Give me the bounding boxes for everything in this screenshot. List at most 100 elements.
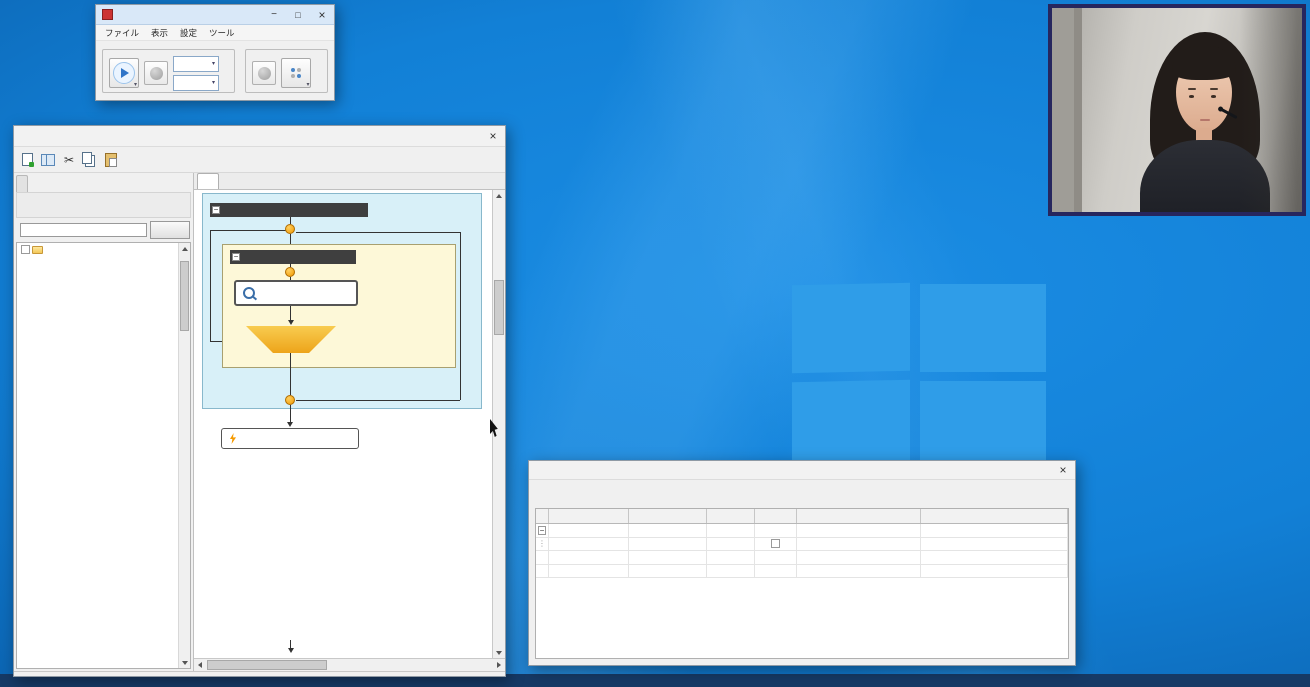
panel-tab[interactable] [16,175,28,192]
record-button[interactable] [252,61,276,85]
comment-cell [921,538,1068,551]
canvas-horizontal-scrollbar[interactable] [194,658,505,671]
column-header[interactable] [797,509,921,523]
run-scope-select[interactable]: ▾ [173,56,219,72]
menu-item[interactable]: ツール [203,27,241,39]
chevron-down-icon: ▾ [212,60,215,67]
folder-icon [32,246,43,254]
row-handle-icon[interactable] [536,538,549,551]
canvas-vertical-scrollbar[interactable] [492,190,505,658]
column-header[interactable] [755,509,797,523]
current-value-cell [707,538,755,551]
panel-tabs [14,173,193,192]
run-speed-select[interactable]: ▾ [173,75,219,91]
flowchart-window [13,125,506,677]
collapse-icon[interactable] [538,526,546,535]
close-button[interactable] [481,127,505,146]
connector-line [296,232,460,233]
connector-node[interactable] [285,267,295,277]
connector-line [290,353,291,395]
record-group: ▾ [245,49,328,93]
flowchart-canvas[interactable] [194,190,492,658]
library-toolbar [16,192,191,218]
toolbar-icon[interactable] [19,195,39,215]
connector-line [210,230,286,231]
maximize-button[interactable] [286,5,310,24]
scroll-up-icon[interactable] [179,243,190,254]
tab-main[interactable] [197,173,219,189]
copy-icon[interactable] [80,150,100,170]
main-window-titlebar[interactable] [96,5,334,25]
windows-logo-pane [792,283,910,373]
scrollbar-thumb[interactable] [180,261,189,331]
toolbar-icon[interactable] [534,484,554,504]
variables-titlebar[interactable] [529,461,1075,480]
column-header[interactable] [921,509,1068,523]
cut-icon[interactable] [59,150,79,170]
scrollbar-thumb[interactable] [207,660,327,670]
window-panel-icon[interactable] [38,150,58,170]
column-header[interactable] [707,509,755,523]
chevron-down-icon: ▾ [306,81,309,88]
scroll-right-icon[interactable] [493,659,505,671]
variables-window [528,460,1076,666]
group-header[interactable] [210,203,368,217]
connector-line [290,234,291,244]
flow-node[interactable] [221,428,359,449]
close-button[interactable] [1051,461,1075,480]
search-input[interactable] [20,223,147,237]
app-icon [102,9,113,20]
scroll-down-icon[interactable] [179,657,190,668]
stop-button[interactable] [144,61,168,85]
record-settings-button[interactable]: ▾ [281,58,311,88]
run-button[interactable]: ▾ [109,58,139,88]
windows-logo-pane [920,284,1046,372]
menu-item[interactable]: ファイル [99,27,145,39]
flowchart-titlebar[interactable] [14,126,505,147]
collapse-icon[interactable] [232,253,240,261]
minimize-button[interactable] [262,5,286,24]
flow-steps [221,412,361,450]
webcam-panel [1048,4,1306,216]
tree-scrollbar[interactable] [178,243,190,668]
connector-line [460,232,461,400]
column-header[interactable] [536,509,549,523]
windows-logo-pane [792,380,910,468]
new-flowchart-icon[interactable] [17,150,37,170]
image-matching-node[interactable] [234,280,358,306]
menu-item[interactable]: 表示 [145,27,174,39]
record-mode-icon [289,66,303,80]
empty-row [536,565,1068,579]
table-body [536,538,1068,552]
scroll-down-icon[interactable] [493,647,505,658]
group-row[interactable] [536,524,1068,538]
flowchart-toolbar [14,147,505,173]
connector-line [210,230,211,342]
chevron-down-icon: ▾ [134,81,137,88]
variables-toolbar [529,480,1075,508]
close-button[interactable] [310,5,334,24]
scroll-up-icon[interactable] [493,190,505,201]
column-header[interactable] [629,509,707,523]
column-header[interactable] [549,509,629,523]
connector-line [290,217,291,224]
no-init-checkbox[interactable] [771,539,780,548]
connector-node[interactable] [285,395,295,405]
flow-step [221,412,361,450]
play-icon [113,62,135,84]
scrollbar-thumb[interactable] [494,280,504,335]
expander-icon[interactable] [21,245,30,254]
collapse-icon[interactable] [212,206,220,214]
empty-row [536,551,1068,565]
status-bar [14,671,505,676]
connector-node[interactable] [285,224,295,234]
menu-item[interactable]: 設定 [174,27,203,39]
scroll-left-icon[interactable] [194,659,206,671]
windows-logo-pane [920,381,1046,468]
paste-icon[interactable] [101,150,121,170]
tree-item[interactable] [17,244,178,255]
run-group: ▾ ▾ ▾ [102,49,235,93]
search-button[interactable] [150,221,190,239]
table-row[interactable] [536,538,1068,552]
inner-group-header[interactable] [230,250,356,264]
